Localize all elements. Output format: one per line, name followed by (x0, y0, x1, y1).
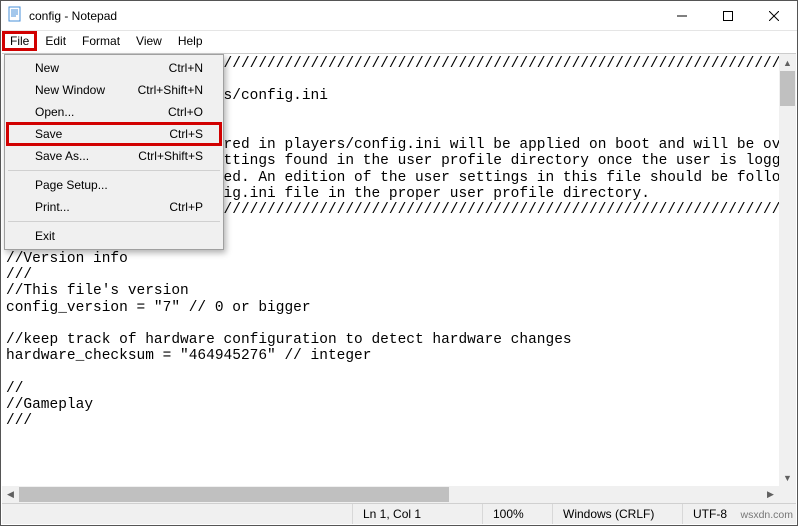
menu-help[interactable]: Help (170, 32, 211, 50)
maximize-button[interactable] (705, 1, 751, 30)
file-print[interactable]: Print... Ctrl+P (7, 196, 221, 218)
editor-line (6, 364, 792, 380)
file-open-label: Open... (35, 105, 74, 119)
menubar: File Edit Format View Help (1, 31, 797, 51)
file-save-label: Save (35, 127, 62, 141)
menu-format[interactable]: Format (74, 32, 128, 50)
status-line-ending: Windows (CRLF) (552, 504, 682, 524)
menu-separator (8, 221, 220, 222)
file-save[interactable]: Save Ctrl+S (6, 122, 222, 146)
menu-view[interactable]: View (128, 32, 170, 50)
file-new-window-label: New Window (35, 83, 105, 97)
editor-line: // (6, 381, 792, 397)
editor-line: /// (6, 267, 792, 283)
file-new[interactable]: New Ctrl+N (7, 57, 221, 79)
editor-line (6, 316, 792, 332)
file-save-as[interactable]: Save As... Ctrl+Shift+S (7, 145, 221, 167)
notepad-app-icon (7, 6, 23, 25)
statusbar: Ln 1, Col 1 100% Windows (CRLF) UTF-8 (2, 503, 796, 524)
watermark: wsxdn.com (740, 509, 793, 521)
horizontal-scroll-thumb[interactable] (19, 487, 449, 502)
menu-edit[interactable]: Edit (37, 32, 74, 50)
editor-line: hardware_checksum = "464945276" // integ… (6, 348, 792, 364)
status-caret-pos: Ln 1, Col 1 (352, 504, 482, 524)
scroll-left-arrow-icon[interactable]: ◀ (2, 486, 19, 503)
editor-line: //This file's version (6, 283, 792, 299)
file-exit-label: Exit (35, 229, 55, 243)
scroll-up-arrow-icon[interactable]: ▲ (779, 54, 796, 71)
vertical-scroll-thumb[interactable] (780, 71, 795, 106)
file-print-label: Print... (35, 200, 70, 214)
file-page-setup-label: Page Setup... (35, 178, 108, 192)
menu-separator (8, 170, 220, 171)
menu-file[interactable]: File (2, 31, 37, 51)
editor-line: config_version = "7" // 0 or bigger (6, 300, 792, 316)
editor-line: /// (6, 413, 792, 429)
file-open-shortcut: Ctrl+O (168, 105, 203, 119)
editor-line: //Version info (6, 251, 792, 267)
file-save-shortcut: Ctrl+S (169, 127, 203, 141)
horizontal-scrollbar[interactable]: ◀ ▶ (2, 486, 779, 503)
file-save-as-shortcut: Ctrl+Shift+S (138, 149, 203, 163)
file-new-shortcut: Ctrl+N (169, 61, 203, 75)
scroll-down-arrow-icon[interactable]: ▼ (779, 469, 796, 486)
minimize-button[interactable] (659, 1, 705, 30)
file-new-label: New (35, 61, 59, 75)
window-titlebar: config - Notepad (1, 1, 797, 31)
close-button[interactable] (751, 1, 797, 30)
file-save-as-label: Save As... (35, 149, 89, 163)
window-controls (659, 1, 797, 30)
file-print-shortcut: Ctrl+P (169, 200, 203, 214)
window-title: config - Notepad (29, 9, 117, 23)
scroll-corner (779, 486, 796, 503)
file-new-window-shortcut: Ctrl+Shift+N (138, 83, 203, 97)
status-zoom: 100% (482, 504, 552, 524)
file-open[interactable]: Open... Ctrl+O (7, 101, 221, 123)
file-menu-dropdown: New Ctrl+N New Window Ctrl+Shift+N Open.… (4, 54, 224, 250)
file-exit[interactable]: Exit (7, 225, 221, 247)
scroll-right-arrow-icon[interactable]: ▶ (762, 486, 779, 503)
vertical-scrollbar[interactable]: ▲ ▼ (779, 54, 796, 486)
editor-line: //Gameplay (6, 397, 792, 413)
editor-line: //keep track of hardware configuration t… (6, 332, 792, 348)
file-page-setup[interactable]: Page Setup... (7, 174, 221, 196)
file-new-window[interactable]: New Window Ctrl+Shift+N (7, 79, 221, 101)
